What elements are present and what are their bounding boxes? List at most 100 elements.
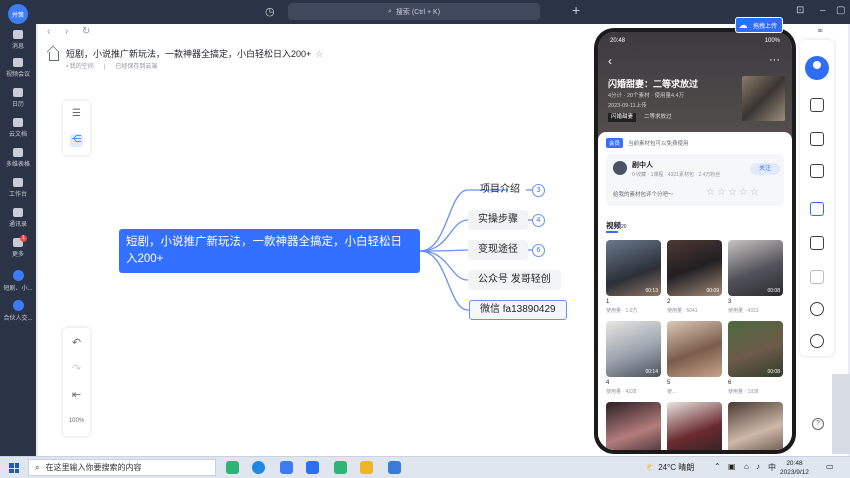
search-icon: ⌕ <box>35 462 40 472</box>
minimize-icon[interactable]: – <box>820 5 826 16</box>
video-thumb[interactable] <box>667 402 722 450</box>
pack-title: 闪婚甜妻：二等求放过 <box>608 79 699 89</box>
add-icon[interactable]: + <box>572 2 580 18</box>
tray-app-icon[interactable]: ▣ <box>728 462 736 471</box>
edit-toolbar: ↶ ↷ ⇤ 100% <box>63 328 90 436</box>
rail-item-doc-tab-1[interactable]: 短剧、小... <box>0 270 36 292</box>
base-icon <box>13 148 23 157</box>
rail-item-video[interactable]: 视频会议 <box>0 58 36 78</box>
mindmap-node-project-intro[interactable]: 项目介绍 <box>470 180 530 200</box>
input-language[interactable]: 中 <box>768 462 776 473</box>
mindmap-node-wechat[interactable]: 微信 fa13890429 <box>469 300 567 320</box>
rail-item-message[interactable]: 消息 <box>0 30 36 50</box>
video-thumb[interactable]: 00:08 <box>728 240 783 296</box>
app-wechat-work-icon[interactable] <box>334 461 347 474</box>
app-sidebar: 并策 消息 视频会议 日历 云文档 多维表格 工作台 通讯录 1 更多 短剧、小.… <box>0 0 36 456</box>
node-count-badge[interactable]: 6 <box>532 244 545 257</box>
record-icon[interactable] <box>810 164 824 178</box>
mindmap-node-official-account[interactable]: 公众号 发哥轻创 <box>468 270 561 290</box>
video-icon <box>13 58 23 67</box>
video-thumb[interactable] <box>606 402 661 450</box>
os-taskbar: ⌕ 在这里输入你要搜索的内容 ⛅ 24°C 晴朗 ⌃ ▣ ⌂ ♪ 中 20:48 2… <box>0 456 850 478</box>
video-thumb[interactable]: 00:13 <box>606 240 661 296</box>
cloud-upload-icon[interactable]: ☁ <box>736 18 750 32</box>
video-thumb[interactable]: 00:14 <box>606 321 661 377</box>
author-name[interactable]: 剧中人 <box>632 160 653 170</box>
author-stats: 0 收藏 · 1课程 · 4321素材包 · 2.4万粉丝 <box>632 172 721 178</box>
history-icon[interactable]: ◷ <box>265 5 275 18</box>
cut-icon[interactable] <box>810 270 824 284</box>
author-avatar[interactable] <box>613 161 627 175</box>
mindmap-root-node[interactable]: 短剧，小说推广新玩法，一款神器全搞定，小白轻松日入200+ <box>119 229 420 273</box>
mindmap-node-steps[interactable]: 实操步骤 <box>468 210 528 230</box>
rail-item-doc-tab-2[interactable]: 合伙人交... <box>0 300 36 322</box>
app-browser-icon[interactable] <box>252 461 265 474</box>
rating-stars[interactable]: ☆☆☆☆☆ <box>706 187 761 198</box>
pack-tag[interactable]: 闪婚甜妻 <box>608 113 637 122</box>
doc-tab-icon <box>12 270 24 281</box>
undo-icon[interactable]: ↶ <box>63 336 90 349</box>
cast-icon[interactable] <box>810 202 824 216</box>
fullscreen-icon[interactable] <box>810 98 824 112</box>
node-count-badge[interactable]: 3 <box>532 184 545 197</box>
app-feishu-icon[interactable] <box>280 461 293 474</box>
rail-item-cloud-doc[interactable]: 云文档 <box>0 118 36 138</box>
notification-icon[interactable]: ▭ <box>826 462 834 471</box>
rail-item-contacts[interactable]: 通讯录 <box>0 208 36 228</box>
node-count-badge[interactable]: 4 <box>532 214 545 227</box>
doc-tab-icon <box>12 300 24 311</box>
pin-icon[interactable]: ⊡ <box>796 5 804 16</box>
vip-badge: 会员 <box>606 138 624 148</box>
maximize-icon[interactable]: ▢ <box>836 5 845 16</box>
pack-date: 2023-09-11上传 <box>608 103 647 109</box>
cloud-doc-icon <box>13 118 23 127</box>
side-strip <box>832 374 850 454</box>
unread-badge: 1 <box>20 235 27 242</box>
title-bar: ◷ ⌕搜索 (Ctrl + K) + ⊡ – ▢ ✕ <box>36 0 850 24</box>
video-thumb[interactable] <box>728 402 783 450</box>
settings-icon[interactable] <box>810 302 824 316</box>
user-avatar[interactable]: 并策 <box>8 4 28 24</box>
videos-tab[interactable]: 视频20 <box>606 220 627 233</box>
volume-icon[interactable]: ♪ <box>756 462 760 471</box>
video-thumb[interactable]: 00:09 <box>667 240 722 296</box>
global-search[interactable]: ⌕ 搜索 (Ctrl + K) <box>288 3 540 20</box>
screenshot-icon[interactable] <box>810 132 824 146</box>
system-clock[interactable]: 20:48 2023/9/12 <box>780 459 809 477</box>
windows-start-icon[interactable] <box>9 463 19 473</box>
pack-tag[interactable]: 二等求放过 <box>644 113 672 122</box>
weather-icon: ⛅ <box>646 463 659 472</box>
app-folder-icon[interactable] <box>360 461 373 474</box>
support-icon[interactable] <box>810 334 824 348</box>
more-icon[interactable]: ··· <box>769 54 780 66</box>
account-icon[interactable] <box>805 56 829 80</box>
app-mirror-icon[interactable] <box>306 461 319 474</box>
pack-body: 会员 当前素材包可以免费使用 剧中人 0 收藏 · 1课程 · 4321素材包 … <box>598 132 792 450</box>
brush-icon[interactable] <box>810 236 824 250</box>
network-icon[interactable]: ⌂ <box>744 462 749 471</box>
tray-chevron-icon[interactable]: ⌃ <box>714 462 721 471</box>
collapse-icon[interactable]: ⇤ <box>63 388 90 401</box>
help-icon[interactable]: ? <box>812 418 824 430</box>
rail-item-more[interactable]: 1 更多 <box>0 235 36 258</box>
rail-item-base[interactable]: 多维表格 <box>0 148 36 168</box>
author-card: 剧中人 0 收藏 · 1课程 · 4321素材包 · 2.4万粉丝 关注 给我的… <box>606 154 784 206</box>
redo-icon[interactable]: ↷ <box>63 362 90 375</box>
follow-button[interactable]: 关注 <box>750 163 780 175</box>
message-icon <box>13 30 23 39</box>
weather-widget[interactable]: ⛅ 24°C 晴朗 <box>646 462 694 473</box>
mindmap-node-monetization[interactable]: 变现途径 <box>468 240 528 260</box>
contacts-icon <box>13 208 23 217</box>
back-icon[interactable]: ‹ <box>608 54 612 68</box>
taskbar-search[interactable]: ⌕ 在这里输入你要搜索的内容 <box>28 459 216 476</box>
rail-item-workplace[interactable]: 工作台 <box>0 178 36 198</box>
zoom-level[interactable]: 100% <box>63 418 90 424</box>
app-cloud-icon[interactable] <box>388 461 401 474</box>
video-thumb[interactable] <box>667 321 722 377</box>
phone-screen: 20:48 100% ‹ ··· 闪婚甜妻：二等求放过 4分计 · 20个素材 … <box>598 32 792 450</box>
calendar-icon <box>13 88 23 97</box>
app-wechat-icon[interactable] <box>226 461 239 474</box>
rail-item-calendar[interactable]: 日历 <box>0 88 36 108</box>
video-thumb[interactable]: 00:08 <box>728 321 783 377</box>
rate-prompt: 给我的素材包评个分吧～ <box>613 192 674 198</box>
